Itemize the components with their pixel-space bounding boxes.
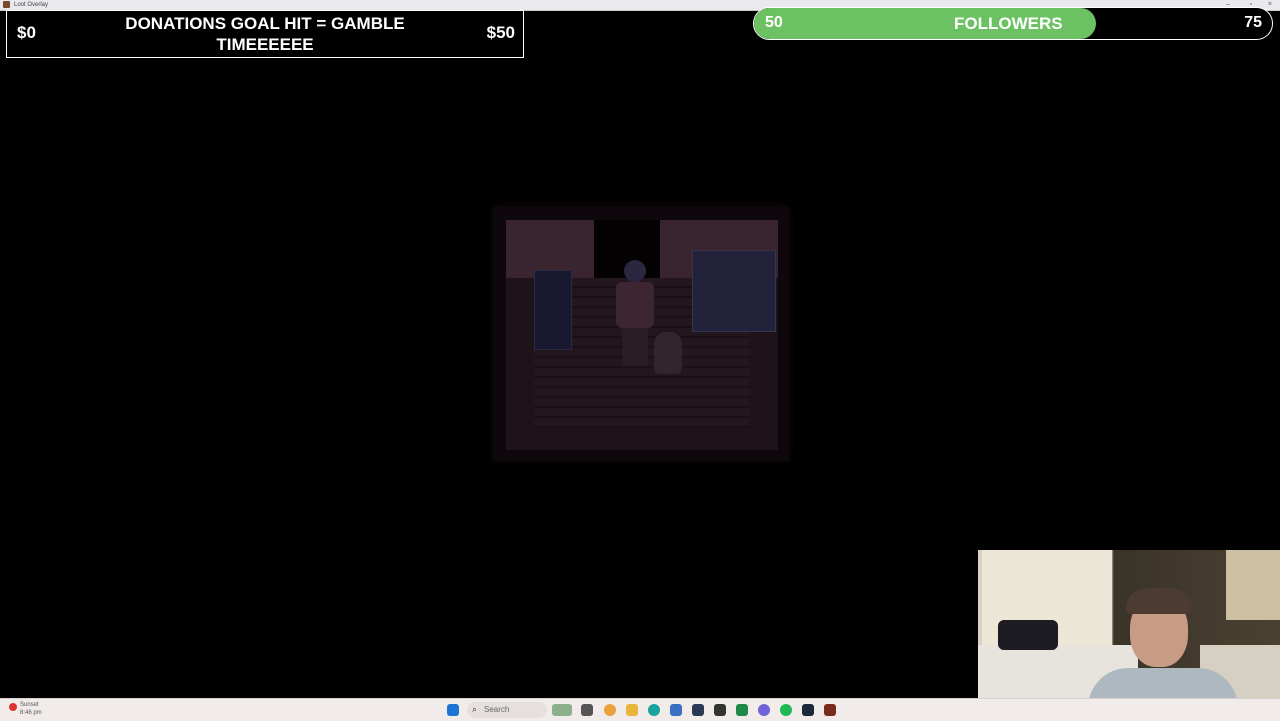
app-icon — [3, 1, 10, 8]
widgets-icon[interactable] — [552, 704, 572, 716]
taskbar: Sunset 8:46 pm ⌕ Search — [0, 698, 1280, 721]
weather-label: Sunset — [20, 702, 39, 708]
webcam-person-hair — [1126, 588, 1192, 614]
window-title: Loot Overlay — [14, 2, 49, 8]
room-shelf — [534, 270, 572, 350]
followers-end-label: 75 — [1244, 14, 1262, 31]
followers-goal-bar: 50 FOLLOWERS 75 — [753, 7, 1273, 40]
player-character-head — [624, 260, 646, 282]
spotify-icon[interactable] — [780, 704, 792, 716]
player-character-legs — [622, 328, 648, 366]
terminal-icon[interactable] — [736, 704, 748, 716]
search-placeholder: Search — [484, 705, 510, 714]
followers-label: FOLLOWERS — [954, 14, 1063, 33]
taskbar-search[interactable]: ⌕ Search — [467, 702, 547, 718]
player-character-body — [616, 282, 654, 328]
game-icon[interactable] — [824, 704, 836, 716]
search-icon: ⌕ — [472, 704, 478, 714]
weather-widget[interactable]: Sunset 8:46 pm — [9, 701, 42, 717]
followers-start-label: 50 — [765, 14, 783, 31]
steam-icon[interactable] — [692, 704, 704, 716]
donation-goal-panel: $0 DONATIONS GOAL HIT = GAMBLE TIMEEEEEE… — [6, 10, 524, 58]
weather-time: 8:46 pm — [20, 710, 42, 716]
discord-icon[interactable] — [758, 704, 770, 716]
chrome-icon[interactable] — [604, 704, 616, 716]
donation-goal-title: DONATIONS GOAL HIT = GAMBLE TIMEEEEEE — [125, 14, 405, 54]
companion-character — [654, 332, 682, 374]
donation-min-label: $0 — [17, 23, 36, 42]
game-viewport[interactable] — [493, 207, 789, 461]
epic-games-icon[interactable] — [714, 704, 726, 716]
webcam-window — [1226, 550, 1280, 620]
webcam-feed — [978, 550, 1280, 720]
folder-icon[interactable] — [626, 704, 638, 716]
steam-app-icon[interactable] — [802, 704, 814, 716]
webcam-blanket — [998, 620, 1058, 650]
start-icon[interactable] — [447, 704, 459, 716]
close-icon[interactable]: × — [1268, 0, 1272, 10]
weather-icon — [9, 703, 17, 711]
game-room-scene — [506, 220, 778, 450]
donation-max-label: $50 — [486, 23, 515, 42]
task-view-icon[interactable] — [581, 704, 593, 716]
edge-icon[interactable] — [648, 704, 660, 716]
room-cabinet — [692, 250, 776, 332]
store-icon[interactable] — [670, 704, 682, 716]
